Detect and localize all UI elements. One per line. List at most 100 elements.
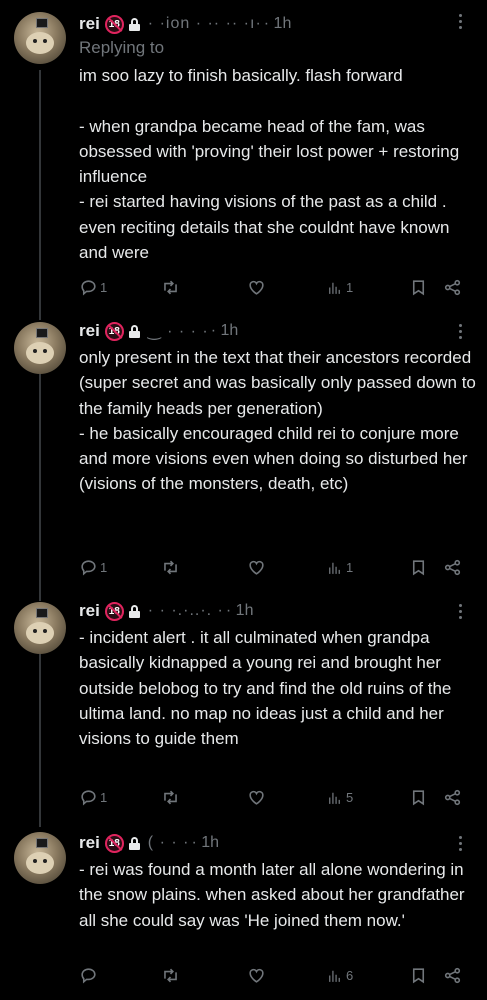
timestamp[interactable]: · 1h [264, 15, 292, 33]
user-handle[interactable]: · ·ion · ·· ·· ·ı· [148, 15, 262, 33]
views-icon [329, 792, 340, 804]
reply-button[interactable] [79, 966, 100, 985]
retweet-icon [164, 790, 177, 805]
age-restricted-badge-icon: 18 [104, 833, 124, 853]
views-button[interactable]: 1 [325, 558, 353, 577]
post[interactable]: rei 18 ( · · · · 1h - rei was found a mo… [0, 820, 487, 1000]
reply-button[interactable]: 1 [79, 278, 107, 297]
share-button[interactable] [443, 788, 462, 807]
bookmark-button[interactable] [409, 278, 428, 297]
share-button[interactable] [443, 278, 462, 297]
reply-count: 1 [100, 560, 108, 575]
views-button[interactable]: 1 [325, 278, 353, 297]
lock-icon [128, 836, 140, 850]
lock-icon [128, 17, 140, 31]
reply-icon [81, 280, 96, 296]
post-header: rei 18 ‿ · · · · · 1h [79, 320, 238, 342]
post-text: - rei was found a month later all alone … [79, 860, 470, 930]
views-icon [329, 282, 340, 294]
more-icon[interactable] [458, 324, 464, 342]
bookmark-button[interactable] [409, 966, 428, 985]
views-button[interactable]: 5 [325, 788, 353, 807]
display-name[interactable]: rei [79, 14, 100, 34]
retweet-icon [164, 280, 177, 295]
heart-icon [249, 968, 264, 983]
share-icon [444, 967, 461, 984]
action-bar: 1 5 [79, 788, 471, 810]
bookmark-icon [412, 968, 425, 984]
more-icon[interactable] [458, 14, 464, 32]
reply-button[interactable]: 1 [79, 558, 107, 577]
post[interactable]: rei 18 ‿ · · · · · 1h only present in th… [0, 310, 487, 600]
post-text: only present in the text that their ance… [79, 348, 476, 494]
reply-count: 1 [100, 790, 108, 805]
views-count: 1 [346, 280, 354, 295]
display-name[interactable]: rei [79, 321, 100, 341]
reply-button[interactable]: 1 [79, 788, 107, 807]
age-restricted-badge-icon: 18 [104, 601, 124, 621]
timestamp[interactable]: · 1h [226, 602, 254, 620]
bookmark-icon [412, 790, 425, 806]
timestamp[interactable]: · 1h [211, 322, 239, 340]
post-header: rei 18 · ·ion · ·· ·· ·ı· · 1h [79, 13, 291, 35]
views-icon [329, 970, 340, 982]
age-restricted-badge-icon: 18 [104, 321, 124, 341]
user-handle[interactable]: ‿ · · · · [148, 321, 209, 341]
retweet-button[interactable] [161, 788, 180, 807]
retweet-button[interactable] [161, 278, 180, 297]
more-icon[interactable] [458, 604, 464, 622]
bookmark-icon [412, 280, 425, 296]
post-text: im soo lazy to finish basically. flash f… [79, 66, 460, 263]
action-bar: 1 1 [79, 558, 471, 580]
avatar[interactable] [14, 12, 66, 64]
post-header: rei 18 · · ·.·..·. · · 1h [79, 600, 253, 622]
bookmark-button[interactable] [409, 558, 428, 577]
views-count: 1 [346, 560, 354, 575]
share-button[interactable] [443, 966, 462, 985]
reply-icon [81, 790, 96, 806]
retweet-icon [164, 560, 177, 575]
retweet-icon [164, 968, 177, 983]
like-button[interactable] [247, 558, 266, 577]
share-button[interactable] [443, 558, 462, 577]
post-text: - incident alert . it all culminated whe… [79, 628, 457, 749]
avatar[interactable] [14, 602, 66, 654]
age-restricted-badge-icon: 18 [104, 14, 124, 34]
reply-icon [81, 968, 96, 984]
share-icon [444, 559, 461, 576]
heart-icon [249, 790, 264, 805]
like-button[interactable] [247, 966, 266, 985]
avatar[interactable] [14, 322, 66, 374]
display-name[interactable]: rei [79, 601, 100, 621]
action-bar: 6 [79, 966, 471, 988]
lock-icon [128, 604, 140, 618]
like-button[interactable] [247, 788, 266, 807]
action-bar: 1 1 [79, 278, 471, 300]
post[interactable]: rei 18 · · ·.·..·. · · 1h - incident ale… [0, 590, 487, 820]
more-icon[interactable] [458, 836, 464, 854]
lock-icon [128, 324, 140, 338]
replying-to: Replying to [79, 38, 165, 57]
views-button[interactable]: 6 [325, 966, 353, 985]
bookmark-icon [412, 560, 425, 576]
share-icon [444, 789, 461, 806]
reply-count: 1 [100, 280, 108, 295]
post[interactable]: rei 18 · ·ion · ·· ·· ·ı· · 1h Replying … [0, 0, 487, 310]
retweet-button[interactable] [161, 558, 180, 577]
avatar[interactable] [14, 832, 66, 884]
retweet-button[interactable] [161, 966, 180, 985]
views-count: 6 [346, 968, 354, 983]
heart-icon [249, 280, 264, 295]
display-name[interactable]: rei [79, 833, 100, 853]
timestamp[interactable]: · 1h [191, 834, 219, 852]
user-handle[interactable]: · · ·.·..·. · [148, 602, 224, 620]
reply-icon [81, 560, 96, 576]
bookmark-button[interactable] [409, 788, 428, 807]
like-button[interactable] [247, 278, 266, 297]
views-count: 5 [346, 790, 354, 805]
share-icon [444, 279, 461, 296]
heart-icon [249, 560, 264, 575]
views-icon [329, 562, 340, 574]
post-header: rei 18 ( · · · · 1h [79, 832, 219, 854]
user-handle[interactable]: ( · · · [148, 834, 190, 852]
